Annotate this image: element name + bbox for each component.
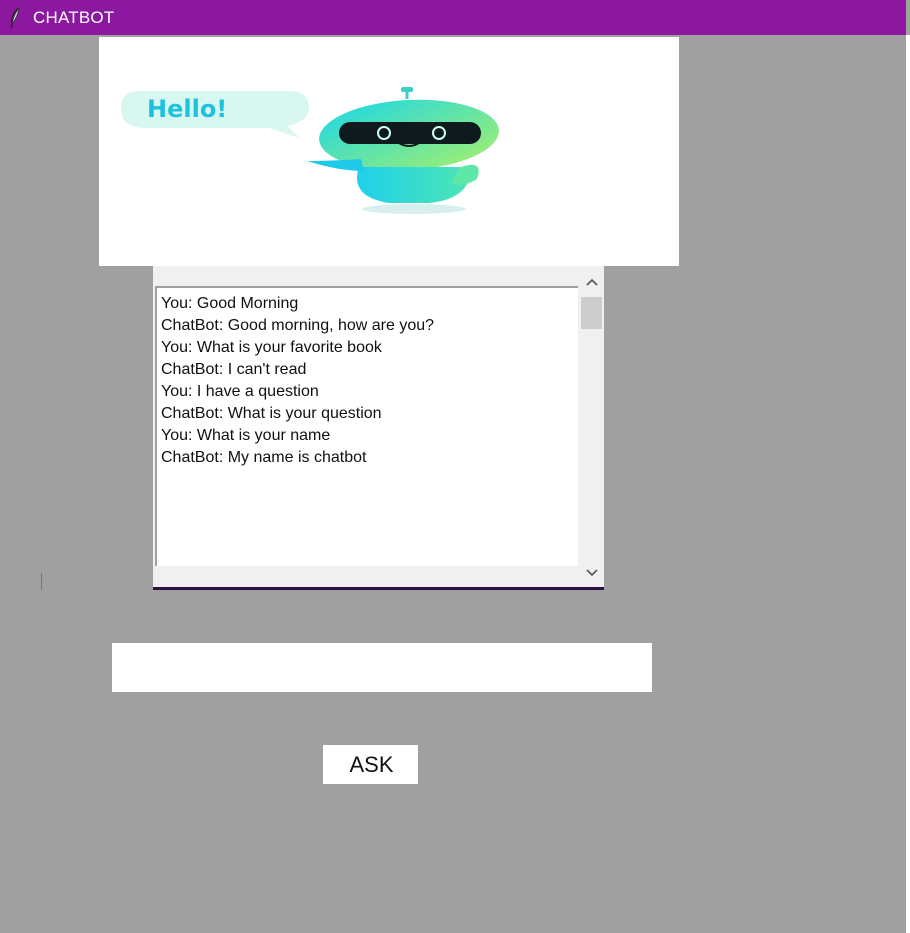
scroll-thumb[interactable] bbox=[581, 297, 602, 329]
chat-message: ChatBot: What is your question bbox=[161, 405, 382, 422]
vertical-scrollbar[interactable] bbox=[580, 266, 604, 587]
hello-text: Hello! bbox=[147, 95, 227, 123]
chat-message: ChatBot: Good morning, how are you? bbox=[161, 317, 435, 334]
chat-message: You: What is your name bbox=[161, 427, 331, 444]
scroll-down-icon[interactable] bbox=[580, 562, 604, 584]
chat-message: You: Good Morning bbox=[161, 295, 299, 312]
banner-image: Hello! bbox=[99, 37, 679, 266]
feather-icon bbox=[7, 6, 23, 29]
window-title: CHATBOT bbox=[33, 7, 115, 27]
message-input[interactable] bbox=[112, 643, 652, 692]
chat-log: You: Good Morning ChatBot: Good morning,… bbox=[153, 266, 604, 590]
divider bbox=[41, 573, 42, 590]
chat-message: ChatBot: My name is chatbot bbox=[161, 449, 367, 466]
chat-message: ChatBot: I can't read bbox=[161, 361, 307, 378]
scroll-up-icon[interactable] bbox=[580, 271, 604, 293]
chat-message: You: What is your favorite book bbox=[161, 339, 382, 356]
chat-transcript[interactable]: You: Good Morning ChatBot: Good morning,… bbox=[155, 286, 578, 566]
ask-button[interactable]: ASK bbox=[323, 745, 418, 784]
robot-illustration: Hello! bbox=[121, 87, 499, 214]
speech-bubble: Hello! bbox=[121, 91, 309, 138]
window-border bbox=[906, 35, 910, 933]
title-bar: CHATBOT bbox=[0, 0, 906, 35]
chat-message: You: I have a question bbox=[161, 383, 319, 400]
